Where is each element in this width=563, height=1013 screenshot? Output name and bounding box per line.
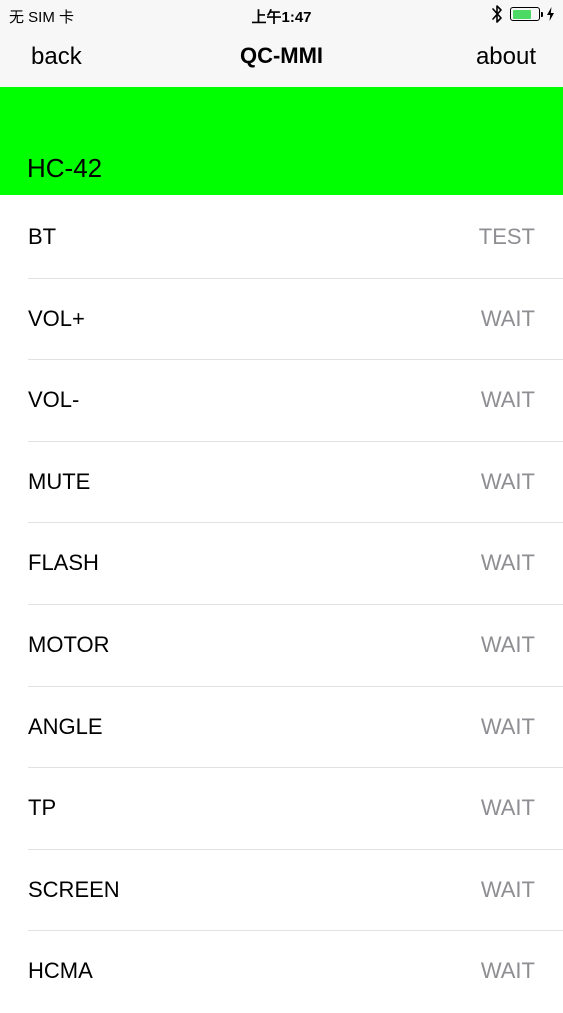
test-name: SCREEN — [28, 876, 120, 902]
test-name: VOL+ — [28, 305, 85, 331]
test-status: WAIT — [480, 631, 535, 657]
test-row-angle[interactable]: ANGLE WAIT — [0, 687, 563, 769]
status-time: 上午1:47 — [251, 9, 312, 26]
charging-icon — [547, 7, 554, 21]
test-row-motor[interactable]: MOTOR WAIT — [0, 605, 563, 687]
navigation-bar: back QC-MMI about — [0, 30, 563, 87]
device-header: HC-42 — [0, 87, 563, 195]
test-name: HCMA — [28, 958, 93, 984]
bluetooth-icon — [492, 5, 502, 23]
test-row-hcma[interactable]: HCMA WAIT — [0, 931, 563, 1013]
test-row-screen[interactable]: SCREEN WAIT — [0, 850, 563, 932]
test-list: BT TEST VOL+ WAIT VOL- WAIT MUTE WAIT FL… — [0, 197, 563, 1013]
test-status: WAIT — [480, 468, 535, 494]
test-status: WAIT — [480, 958, 535, 984]
test-name: TP — [28, 795, 57, 821]
test-name: ANGLE — [28, 713, 103, 739]
battery-nub — [541, 11, 543, 17]
test-row-bt[interactable]: BT TEST — [0, 197, 563, 279]
test-row-vol-down[interactable]: VOL- WAIT — [0, 360, 563, 442]
battery-level — [512, 9, 532, 19]
test-status: WAIT — [480, 305, 535, 331]
test-status: TEST — [478, 224, 535, 249]
test-status: WAIT — [480, 713, 535, 739]
test-row-flash[interactable]: FLASH WAIT — [0, 523, 563, 605]
test-name: FLASH — [28, 550, 99, 576]
test-status: WAIT — [480, 795, 535, 821]
test-row-mute[interactable]: MUTE WAIT — [0, 442, 563, 524]
test-row-tp[interactable]: TP WAIT — [0, 768, 563, 850]
test-status: WAIT — [480, 387, 535, 413]
test-name: MOTOR — [28, 631, 110, 657]
test-name: MUTE — [28, 468, 91, 494]
test-name: VOL- — [28, 387, 80, 413]
battery-icon — [510, 7, 540, 21]
test-status: WAIT — [480, 876, 535, 902]
test-status: WAIT — [480, 550, 535, 576]
test-name: BT — [28, 224, 57, 249]
status-indicators — [491, 4, 555, 24]
device-name: HC-42 — [27, 153, 103, 183]
test-row-vol-up[interactable]: VOL+ WAIT — [0, 279, 563, 361]
about-button[interactable]: about — [476, 43, 536, 71]
status-bar: 无 SIM 卡 上午1:47 — [0, 0, 563, 30]
